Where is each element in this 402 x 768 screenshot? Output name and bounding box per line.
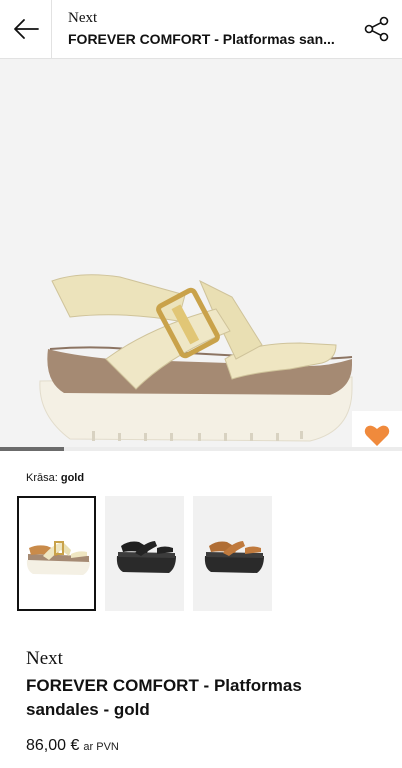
gallery-progress: [0, 447, 402, 451]
product-image[interactable]: [0, 59, 402, 451]
back-button[interactable]: [0, 0, 52, 58]
product-price: 86,00 €: [26, 737, 80, 754]
color-label-row: Krāsa: gold: [26, 472, 84, 484]
heart-icon: [364, 425, 390, 446]
sandal-black-thumbnail: [116, 541, 176, 573]
color-label: Krāsa:: [26, 472, 58, 484]
header-title: FOREVER COMFORT - Platformas san...: [68, 31, 335, 47]
product-brand[interactable]: Next: [26, 648, 63, 670]
sandal-gold-image: [39, 274, 353, 442]
share-icon: [364, 16, 389, 42]
sandal-gold-thumbnail: [26, 541, 90, 575]
header-brand: Next: [68, 10, 98, 26]
price-row: 86,00 € ar PVN: [26, 737, 119, 755]
top-bar: Next FOREVER COMFORT - Platformas san...: [0, 0, 402, 59]
gallery-progress-fill: [0, 447, 65, 451]
color-swatch-gold[interactable]: [17, 496, 96, 611]
header-title-block: Next FOREVER COMFORT - Platformas san...: [68, 10, 358, 49]
favorite-button[interactable]: [352, 411, 402, 451]
share-button[interactable]: [362, 14, 392, 44]
selected-color: gold: [60, 472, 85, 484]
vat-note: ar PVN: [83, 741, 119, 753]
color-swatch-tan[interactable]: [193, 496, 272, 611]
sandal-tan-thumbnail: [204, 541, 264, 573]
product-title: FOREVER COMFORT - Platformas sandales - …: [26, 676, 302, 719]
arrow-left-icon: [13, 19, 39, 39]
color-swatch-black[interactable]: [105, 496, 184, 611]
